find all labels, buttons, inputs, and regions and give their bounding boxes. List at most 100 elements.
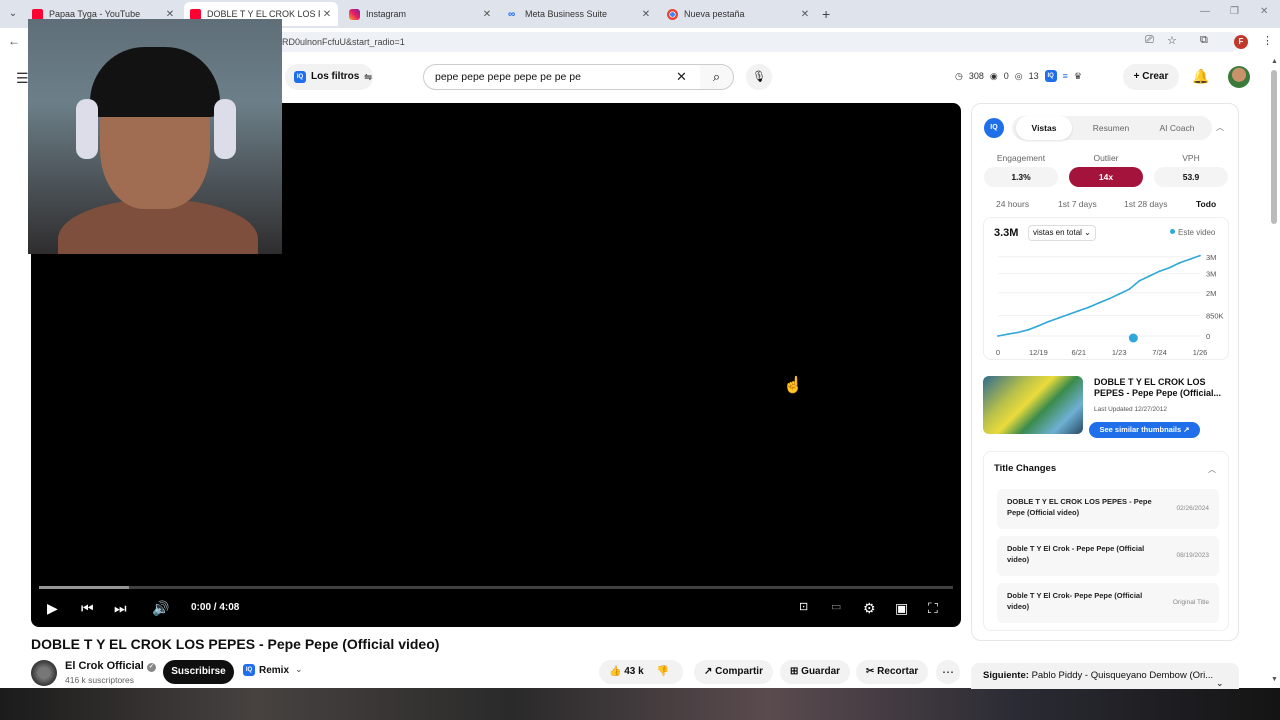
- iq-icon[interactable]: IQ: [1044, 70, 1057, 82]
- data-point: [1189, 258, 1191, 261]
- channel-avatar[interactable]: [31, 660, 57, 686]
- new-tab-icon[interactable]: +: [822, 6, 830, 22]
- share-button[interactable]: ↗ Compartir: [694, 660, 773, 684]
- more-actions-icon[interactable]: ⋯: [936, 660, 960, 684]
- browser-tab[interactable]: Nueva pestaña ✕: [661, 2, 816, 26]
- search-button[interactable]: ⌕: [700, 64, 734, 90]
- data-point: [1108, 297, 1110, 300]
- close-icon[interactable]: ✕: [798, 9, 812, 20]
- up-next-bar[interactable]: Siguiente: Pablo Piddy - Quisqueyano Dem…: [971, 663, 1239, 689]
- browser-tab[interactable]: Instagram ✕: [343, 2, 498, 26]
- extensions-icon[interactable]: ⧉: [1200, 34, 1208, 47]
- data-point: [1138, 279, 1141, 282]
- thumbs-down-icon[interactable]: 👎: [656, 666, 668, 677]
- y-tick-label: 3M: [1206, 253, 1216, 262]
- tab-search-icon[interactable]: ⌄: [4, 6, 22, 22]
- url-field[interactable]: RD0ulnonFcfuU&start_radio=1: [260, 32, 1240, 52]
- close-icon[interactable]: ✕: [163, 9, 177, 20]
- channel-name-text: El Crok Official: [65, 660, 144, 672]
- bookmark-star-icon[interactable]: ☆: [1167, 34, 1177, 47]
- data-point: [1199, 254, 1201, 257]
- maximize-icon[interactable]: ❐: [1230, 6, 1239, 17]
- x-tick-label: 1/23: [1112, 348, 1127, 357]
- chevron-down-icon[interactable]: ⌄: [1216, 678, 1224, 689]
- clip-button[interactable]: ✂ Recortar: [856, 660, 929, 684]
- period-24-hours[interactable]: 24 hours: [996, 199, 1029, 209]
- upload-marker: [1128, 333, 1138, 343]
- minimize-icon[interactable]: —: [1200, 6, 1210, 17]
- volume-icon[interactable]: 🔊: [152, 600, 169, 617]
- scroll-up-arrow[interactable]: ▲: [1271, 58, 1278, 65]
- channel-name[interactable]: El Crok Official ✓: [65, 660, 156, 672]
- previous-icon[interactable]: ⏮: [81, 600, 94, 617]
- notifications-bell-icon[interactable]: 🔔: [1192, 68, 1209, 85]
- remix-button[interactable]: IQ Remix: [243, 664, 289, 676]
- menu-icon[interactable]: ☰: [16, 70, 29, 87]
- metric-label-vph: VPH: [1182, 153, 1200, 163]
- see-similar-thumbnails-button[interactable]: See similar thumbnails ↗: [1089, 422, 1200, 438]
- data-point: [1088, 306, 1090, 309]
- tab-title: Instagram: [366, 9, 407, 19]
- trophy-icon[interactable]: ♛: [1074, 71, 1082, 82]
- title-change-date: Original Title: [1172, 599, 1209, 606]
- close-icon[interactable]: ✕: [639, 9, 653, 20]
- tab-ai-coach[interactable]: AI Coach: [1146, 116, 1208, 140]
- play-icon[interactable]: ▶: [47, 600, 58, 617]
- page-scrollbar[interactable]: [1271, 70, 1277, 224]
- instagram-icon: [349, 8, 360, 20]
- buffer-bar: [39, 586, 129, 589]
- browser-menu-icon[interactable]: ⋮: [1262, 34, 1273, 47]
- collapse-chevron-icon[interactable]: ︿: [1216, 122, 1224, 133]
- fullscreen-icon[interactable]: ⛶: [928, 600, 938, 617]
- search-input[interactable]: pepe pepe pepe pepe pe pe pe: [423, 64, 701, 90]
- period-all[interactable]: Todo: [1196, 199, 1216, 209]
- share-label: Compartir: [715, 666, 763, 677]
- x-tick-label: 12/19: [1029, 348, 1048, 357]
- filters-button[interactable]: IQ Los filtros ⇋: [285, 64, 373, 90]
- chart-metric-select[interactable]: vistas en total ⌄: [1028, 225, 1096, 241]
- iq-icon: IQ: [294, 71, 306, 83]
- back-arrow-icon[interactable]: ←: [8, 34, 20, 48]
- mic-icon: 🎙: [752, 71, 766, 83]
- data-point: [1118, 293, 1121, 295]
- queue-icon[interactable]: ≡: [1063, 71, 1068, 81]
- x-tick-label: 6/21: [1071, 348, 1086, 357]
- data-point: [1057, 317, 1060, 319]
- browser-tab[interactable]: ∞ Meta Business Suite ✕: [502, 2, 657, 26]
- youtube-icon: [190, 8, 201, 20]
- chart-metric-value: vistas en total: [1033, 228, 1082, 237]
- legend-label: Este video: [1178, 228, 1216, 237]
- like-count[interactable]: 43 k: [624, 666, 643, 677]
- period-first-7-days[interactable]: 1st 7 days: [1058, 199, 1097, 209]
- thumbs-up-icon[interactable]: 👍: [609, 666, 621, 677]
- chevron-down-icon[interactable]: ⌄: [295, 664, 303, 675]
- background-wallpaper: [0, 688, 1280, 720]
- theater-mode-icon[interactable]: ▣: [895, 600, 908, 617]
- progress-bar[interactable]: [39, 586, 953, 589]
- create-button[interactable]: + Crear: [1123, 64, 1179, 90]
- close-icon[interactable]: ✕: [320, 9, 334, 20]
- subtitles-icon[interactable]: ▭: [831, 600, 841, 613]
- cast-icon[interactable]: ⎚: [1145, 34, 1154, 47]
- tab-vistas[interactable]: Vistas: [1016, 116, 1072, 140]
- user-avatar[interactable]: [1228, 66, 1250, 88]
- browser-profile-avatar[interactable]: F: [1234, 35, 1248, 49]
- window-close-icon[interactable]: ✕: [1260, 6, 1268, 17]
- scroll-down-arrow[interactable]: ▼: [1271, 676, 1278, 683]
- close-icon[interactable]: ✕: [480, 9, 494, 20]
- subscribe-button[interactable]: Suscribirse: [163, 660, 234, 684]
- headphones-left: [76, 99, 98, 159]
- tab-resumen[interactable]: Resumen: [1082, 116, 1140, 140]
- analytics-panel: IQ Vistas Resumen AI Coach ︿ Engagement …: [971, 103, 1239, 641]
- title-change-item: Doble T Y El Crok- Pepe Pepe (Official v…: [997, 583, 1219, 623]
- clear-search-icon[interactable]: ✕: [676, 69, 687, 85]
- video-thumbnail[interactable]: [983, 376, 1083, 434]
- period-first-28-days[interactable]: 1st 28 days: [1124, 199, 1167, 209]
- collapse-chevron-icon[interactable]: ︿: [1208, 464, 1216, 475]
- youtube-icon: [32, 8, 43, 20]
- voice-search-button[interactable]: 🎙: [746, 64, 772, 90]
- settings-gear-icon[interactable]: ⚙: [863, 600, 876, 617]
- save-button[interactable]: ⊞ Guardar: [780, 660, 851, 684]
- next-icon[interactable]: ⏭: [114, 600, 127, 617]
- iq-player-icon[interactable]: ⊡: [799, 600, 808, 613]
